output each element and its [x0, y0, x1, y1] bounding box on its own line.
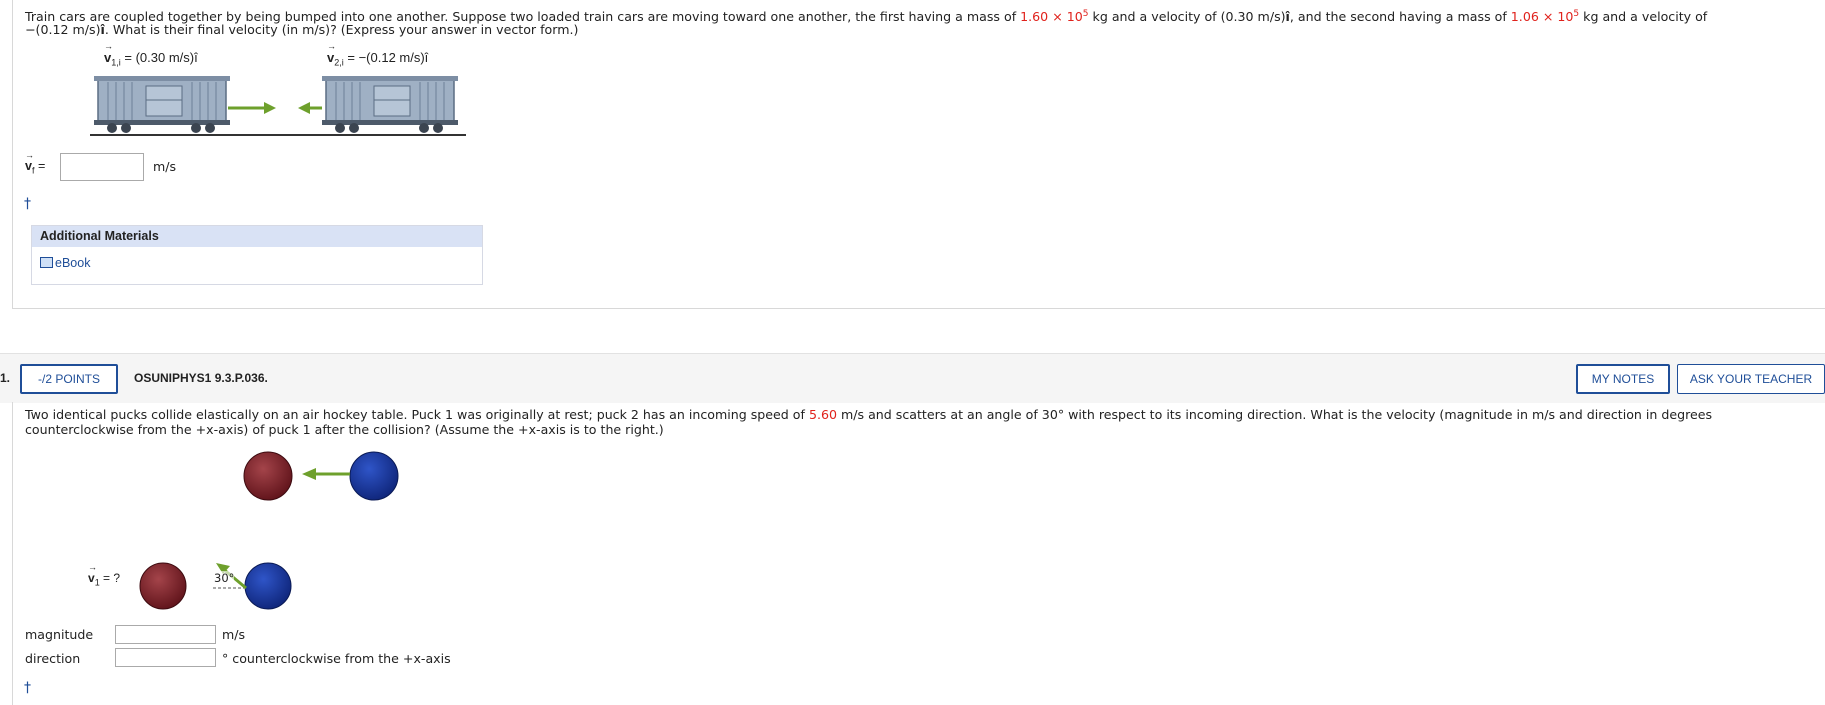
book-icon	[40, 257, 53, 268]
arrow-left-icon	[298, 102, 322, 114]
additional-materials-header: Additional Materials	[32, 226, 482, 247]
arrow-right-icon	[228, 102, 276, 114]
additional-materials-panel: Additional Materials eBook	[31, 225, 483, 285]
ask-your-teacher-button[interactable]: ASK YOUR TEACHER	[1677, 364, 1825, 394]
puck-1-after-icon	[139, 562, 187, 610]
magnitude-unit: m/s	[222, 627, 246, 642]
train-cars-figure	[90, 76, 466, 136]
train-car-1	[94, 76, 230, 133]
fig-angle-label: 30°	[214, 571, 235, 585]
q2-dagger-link[interactable]: †	[24, 680, 31, 696]
problem-id: OSUNIPHYS1 9.3.P.036.	[134, 371, 268, 385]
vf-label: vf =	[25, 150, 45, 176]
my-notes-button[interactable]: MY NOTES	[1576, 364, 1670, 394]
fig-v1-label: v1,i = (0.30 m/s)î	[104, 41, 198, 68]
q1-prompt-text-3: , and the second having a mass of	[1289, 9, 1507, 25]
pucks-after-figure	[139, 562, 292, 610]
q1-dagger-link[interactable]: †	[24, 196, 31, 212]
direction-label: direction	[25, 651, 81, 666]
q1-mass2-value: 1.06 × 105	[1510, 9, 1580, 25]
puck-1-icon	[243, 451, 293, 501]
vf-input[interactable]	[60, 153, 144, 181]
q1-prompt-text-2: kg and a velocity of (0.30 m/s)	[1092, 9, 1286, 25]
q2-prompt: Two identical pucks collide elastically …	[25, 407, 1713, 422]
q1-prompt-line2: −(0.12 m/s)î. What is their final veloci…	[25, 22, 579, 37]
fig-v2-label: v2,i = −(0.12 m/s)î	[327, 41, 428, 68]
q1-mass1-value: 1.60 × 105	[1020, 9, 1089, 25]
ebook-link[interactable]: eBook	[55, 256, 90, 270]
incoming-arrow-icon	[302, 468, 350, 480]
pucks-before-figure	[243, 451, 399, 501]
puck-2-icon	[349, 451, 399, 501]
points-button[interactable]: -/2 POINTS	[20, 364, 118, 394]
direction-unit: ° counterclockwise from the +x-axis	[222, 651, 451, 666]
question-number: 1.	[0, 371, 11, 385]
train-car-2	[322, 76, 458, 133]
q1-prompt-text-4: kg and a velocity of	[1583, 9, 1708, 25]
direction-input[interactable]	[115, 648, 216, 667]
puck-2-after-icon	[244, 562, 292, 610]
question-2-header	[0, 353, 1825, 403]
ebook-row: eBook	[32, 247, 482, 271]
fig-v1-unknown-label: v1 = ?	[88, 562, 120, 587]
q2-speed-value: 5.60	[808, 407, 837, 422]
magnitude-label: magnitude	[25, 627, 94, 642]
vf-unit: m/s	[153, 159, 177, 174]
magnitude-input[interactable]	[115, 625, 216, 644]
q2-prompt-line2: counterclockwise from the +x-axis) of pu…	[25, 422, 664, 437]
